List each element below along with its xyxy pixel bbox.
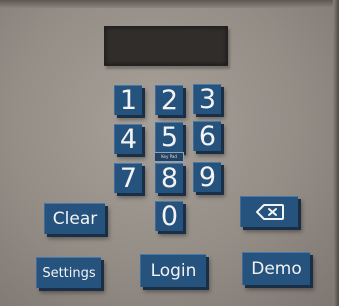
demo-button[interactable]: Demo xyxy=(242,252,310,285)
backspace-icon xyxy=(255,204,284,220)
key-0[interactable]: 0 xyxy=(155,201,183,231)
key-9[interactable]: 9 xyxy=(193,162,221,192)
settings-button[interactable]: Settings xyxy=(36,257,101,288)
key-6[interactable]: 6 xyxy=(193,121,221,151)
backspace-button[interactable] xyxy=(240,196,298,227)
key-8[interactable]: 8 xyxy=(155,163,183,193)
frame-right-edge xyxy=(333,0,339,306)
key-4[interactable]: 4 xyxy=(114,124,142,154)
frame-top-edge xyxy=(0,0,339,8)
key-2[interactable]: 2 xyxy=(155,85,183,115)
key-7[interactable]: 7 xyxy=(114,163,142,193)
key-5[interactable]: 5 xyxy=(155,122,183,152)
clear-button[interactable]: Clear xyxy=(44,203,105,234)
key-1[interactable]: 1 xyxy=(114,85,142,115)
key-tooltip: Key Pad xyxy=(154,152,184,162)
key-3[interactable]: 3 xyxy=(193,84,221,114)
code-display xyxy=(104,26,228,66)
login-button[interactable]: Login xyxy=(140,254,206,287)
